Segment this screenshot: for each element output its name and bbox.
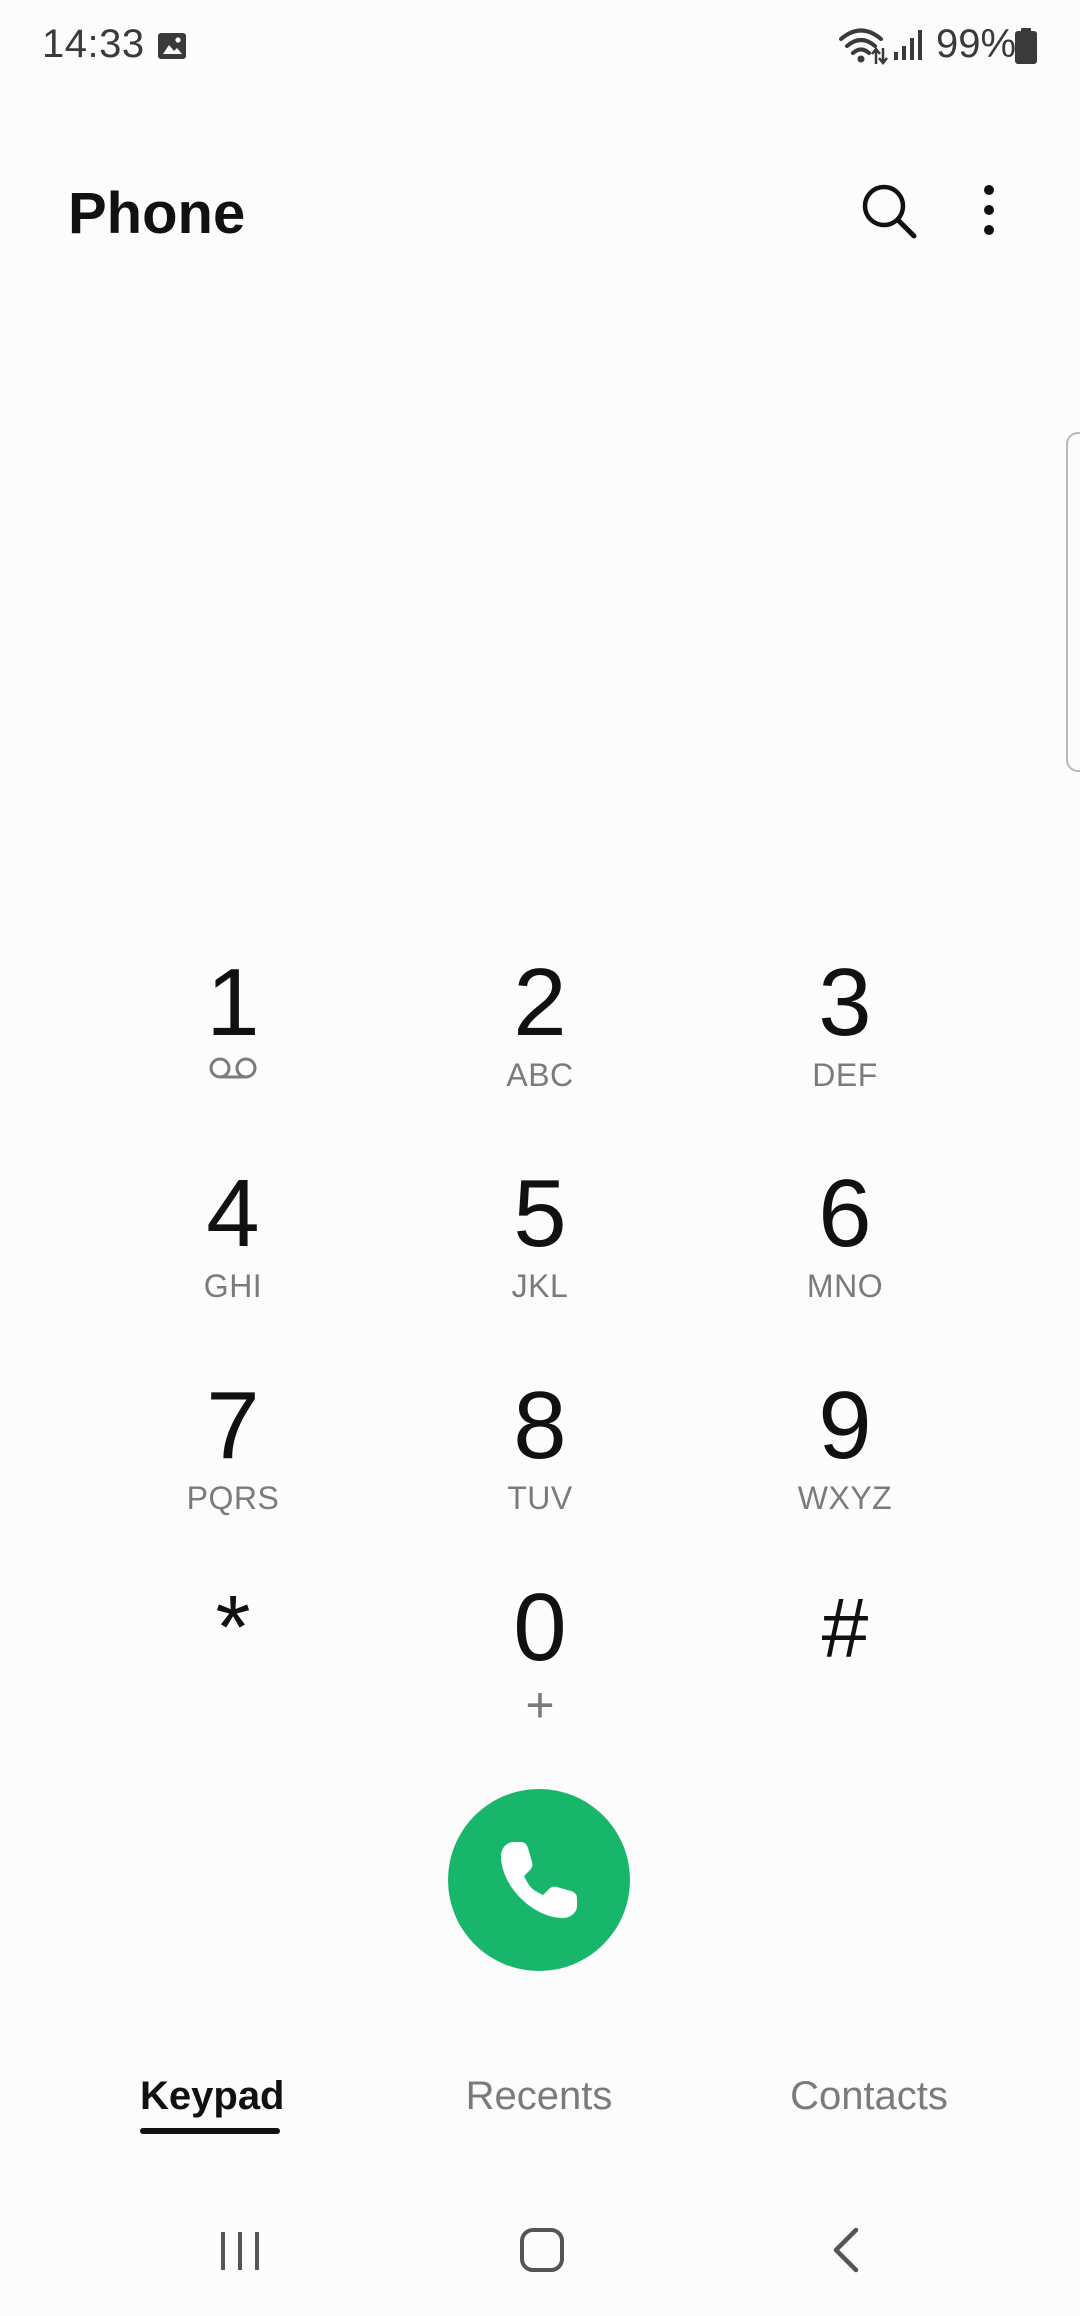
key-plus: + [525, 1677, 555, 1733]
recent-apps-icon [221, 2232, 259, 2270]
battery-icon [1015, 28, 1037, 64]
key-9[interactable]: 9 WXYZ [725, 1378, 965, 1548]
phone-dialer-screen: 14:33 99% Phone 1 2 ABC 3 DEF 4 GHI 5 JK… [0, 0, 1080, 2316]
key-0[interactable]: 0 + [420, 1580, 660, 1750]
key-hash[interactable]: # [725, 1580, 965, 1750]
key-letters: TUV [507, 1480, 573, 1516]
home-button[interactable] [502, 2220, 582, 2280]
back-icon [833, 2227, 859, 2273]
search-icon [862, 184, 917, 239]
status-bar: 14:33 99% [0, 0, 1080, 92]
key-4[interactable]: 4 GHI [113, 1166, 353, 1336]
key-digit: 2 [513, 949, 567, 1056]
home-icon [520, 2228, 564, 2272]
phone-icon [501, 1842, 577, 1918]
key-digit: 7 [206, 1372, 260, 1479]
key-5[interactable]: 5 JKL [420, 1166, 660, 1336]
key-star[interactable]: * [113, 1580, 353, 1750]
key-digit: 8 [513, 1372, 567, 1479]
key-2[interactable]: 2 ABC [420, 955, 660, 1125]
key-1[interactable]: 1 [113, 955, 353, 1125]
key-digit: 6 [818, 1160, 872, 1267]
tab-contacts[interactable]: Contacts [774, 2074, 964, 2119]
key-letters: JKL [511, 1268, 569, 1304]
key-digit: 3 [818, 949, 872, 1056]
status-time: 14:33 [42, 22, 145, 66]
gallery-icon [158, 33, 186, 59]
key-digit: 5 [513, 1160, 567, 1267]
key-3[interactable]: 3 DEF [725, 955, 965, 1125]
key-digit: 0 [513, 1574, 567, 1681]
tab-recents[interactable]: Recents [454, 2074, 624, 2119]
key-letters: WXYZ [797, 1480, 893, 1516]
more-vert-icon [984, 185, 994, 235]
key-letters: DEF [812, 1057, 878, 1093]
tab-keypad[interactable]: Keypad [140, 2074, 285, 2119]
call-button[interactable] [448, 1789, 630, 1971]
tab-active-indicator [140, 2128, 280, 2134]
key-digit: # [821, 1581, 869, 1675]
key-letters: GHI [203, 1268, 263, 1304]
key-6[interactable]: 6 MNO [725, 1166, 965, 1336]
voicemail-icon [209, 1057, 257, 1079]
search-button[interactable] [858, 180, 920, 242]
key-digit: * [215, 1578, 251, 1678]
key-digit: 9 [818, 1372, 872, 1479]
back-button[interactable] [806, 2220, 886, 2280]
more-options-button[interactable] [964, 180, 1014, 242]
key-8[interactable]: 8 TUV [420, 1378, 660, 1548]
key-digit: 4 [206, 1160, 260, 1267]
recent-apps-button[interactable] [200, 2220, 280, 2280]
edge-panel-handle[interactable] [1066, 432, 1080, 772]
battery-percent: 99% [936, 22, 1017, 66]
key-7[interactable]: 7 PQRS [113, 1378, 353, 1548]
key-letters: MNO [806, 1268, 884, 1304]
key-letters: ABC [506, 1057, 574, 1093]
wifi-icon [839, 28, 888, 66]
key-letters: PQRS [186, 1480, 280, 1516]
key-digit: 1 [206, 949, 260, 1056]
page-title: Phone [68, 181, 246, 246]
signal-icon [894, 30, 922, 60]
